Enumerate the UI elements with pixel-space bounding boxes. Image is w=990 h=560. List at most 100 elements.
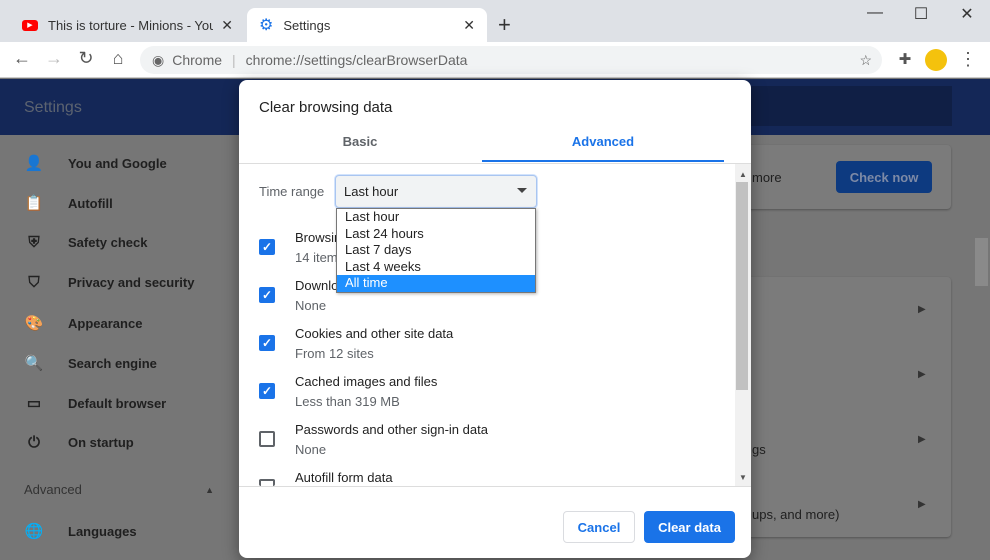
youtube-icon: ▶ bbox=[22, 19, 38, 31]
page-scrollbar[interactable] bbox=[975, 238, 988, 286]
sidebar-item-label: On startup bbox=[68, 435, 134, 450]
checkbox-autofill[interactable] bbox=[259, 479, 275, 486]
scrollbar-thumb[interactable] bbox=[736, 182, 748, 390]
close-tab-icon[interactable]: ✕ bbox=[463, 17, 475, 34]
site-label: Chrome bbox=[172, 52, 223, 68]
extensions-icon[interactable]: ✚ bbox=[893, 50, 917, 68]
sidebar-item-label: Languages bbox=[68, 523, 137, 539]
arrow-right-icon[interactable]: ▶ bbox=[918, 499, 926, 510]
url-text: chrome://settings/clearBrowserData bbox=[245, 52, 468, 68]
sidebar-item-label: Safety check bbox=[68, 235, 148, 250]
time-range-select[interactable]: Last hour bbox=[335, 175, 537, 208]
caret-up-icon: ▲ bbox=[205, 484, 214, 495]
shield-check-icon: ⛨ bbox=[28, 234, 40, 251]
address-bar[interactable]: ◉ Chrome | chrome://settings/clearBrowse… bbox=[140, 46, 882, 74]
sidebar-item-safety-check[interactable]: ⛨ Safety check bbox=[24, 234, 148, 251]
sidebar-item-label: Autofill bbox=[68, 195, 113, 211]
option-all-time[interactable]: All time bbox=[337, 275, 535, 292]
item-title: Autofill form data bbox=[295, 470, 393, 485]
tab-title: Settings bbox=[283, 17, 331, 33]
sidebar-item-label: You and Google bbox=[68, 155, 167, 171]
chrome-icon: ◉ bbox=[152, 51, 165, 68]
forward-button[interactable]: → bbox=[42, 48, 66, 69]
sidebar-advanced-toggle[interactable]: Advanced ▲ bbox=[24, 482, 214, 497]
power-icon: ⏻ bbox=[28, 434, 40, 451]
divider bbox=[239, 163, 751, 164]
sidebar-item-you-and-google[interactable]: 👤 You and Google bbox=[24, 154, 167, 172]
sidebar-item-autofill[interactable]: 📋 Autofill bbox=[24, 194, 113, 212]
sidebar-item-on-startup[interactable]: ⏻ On startup bbox=[24, 434, 134, 451]
new-tab-button[interactable]: + bbox=[498, 12, 511, 38]
shield-icon: ⛉ bbox=[28, 274, 40, 291]
reload-button[interactable]: ↻ bbox=[74, 48, 98, 69]
arrow-right-icon[interactable]: ▶ bbox=[918, 369, 926, 380]
cancel-button[interactable]: Cancel bbox=[563, 511, 635, 543]
sidebar-item-search-engine[interactable]: 🔍 Search engine bbox=[24, 354, 157, 372]
checkbox-cached-images[interactable]: ✓ bbox=[259, 383, 275, 399]
dialog-title: Clear browsing data bbox=[259, 99, 393, 116]
close-tab-icon[interactable]: ✕ bbox=[221, 17, 233, 34]
check-now-button[interactable]: Check now bbox=[836, 161, 932, 193]
checkbox-passwords[interactable] bbox=[259, 431, 275, 447]
home-button[interactable]: ⌂ bbox=[106, 48, 130, 69]
option-last-hour[interactable]: Last hour bbox=[337, 209, 535, 226]
sidebar-item-privacy[interactable]: ⛉ Privacy and security bbox=[24, 274, 194, 291]
tab-title: This is torture - Minions - YouTube bbox=[48, 17, 213, 33]
time-range-label: Time range bbox=[259, 184, 325, 199]
maximize-button[interactable]: ☐ bbox=[898, 4, 944, 24]
sidebar-item-label: Privacy and security bbox=[68, 275, 195, 290]
sidebar-item-label: Default browser bbox=[68, 395, 167, 411]
sidebar-item-label: Appearance bbox=[68, 315, 143, 331]
divider: | bbox=[232, 52, 236, 68]
settings-search[interactable] bbox=[745, 86, 952, 126]
sidebar-item-label: Search engine bbox=[68, 355, 157, 371]
globe-icon: 🌐 bbox=[24, 523, 44, 540]
palette-icon: 🎨 bbox=[24, 315, 44, 332]
time-range-dropdown: Last hour Last 24 hours Last 7 days Last… bbox=[336, 208, 536, 293]
item-subtitle: From 12 sites bbox=[295, 346, 374, 361]
star-icon[interactable]: ☆ bbox=[859, 52, 872, 69]
arrow-right-icon[interactable]: ▶ bbox=[918, 434, 926, 445]
item-title: Passwords and other sign-in data bbox=[295, 422, 488, 437]
checkbox-browsing-history[interactable]: ✓ bbox=[259, 239, 275, 255]
tab-advanced[interactable]: Advanced bbox=[482, 128, 724, 162]
sidebar-item-languages[interactable]: 🌐 Languages bbox=[24, 522, 137, 540]
tab-youtube[interactable]: ▶ This is torture - Minions - YouTube ✕ bbox=[10, 8, 245, 42]
option-last-7-days[interactable]: Last 7 days bbox=[337, 242, 535, 259]
row-text: ups, and more) bbox=[752, 507, 840, 522]
clear-browsing-data-dialog: Clear browsing data Basic Advanced Time … bbox=[239, 80, 751, 558]
tab-basic[interactable]: Basic bbox=[239, 128, 481, 162]
sidebar-item-default-browser[interactable]: ▭ Default browser bbox=[24, 394, 166, 412]
person-icon: 👤 bbox=[24, 155, 44, 172]
checkbox-download-history[interactable]: ✓ bbox=[259, 287, 275, 303]
divider bbox=[239, 486, 751, 487]
minimize-button[interactable]: — bbox=[852, 4, 898, 22]
avatar[interactable] bbox=[925, 49, 947, 71]
gear-icon: ⚙ bbox=[259, 17, 274, 34]
sidebar-item-label: Advanced bbox=[24, 482, 82, 497]
clipboard-icon: 📋 bbox=[24, 195, 44, 212]
clear-data-button[interactable]: Clear data bbox=[644, 511, 735, 543]
item-title: Cookies and other site data bbox=[295, 326, 454, 341]
item-subtitle: None bbox=[295, 298, 327, 313]
item-title: Cached images and files bbox=[295, 374, 438, 389]
back-button[interactable]: ← bbox=[10, 48, 34, 69]
item-subtitle: None bbox=[295, 442, 327, 457]
checkbox-cookies[interactable]: ✓ bbox=[259, 335, 275, 351]
option-last-24-hours[interactable]: Last 24 hours bbox=[337, 226, 535, 243]
browser-icon: ▭ bbox=[26, 395, 42, 412]
scroll-down-icon[interactable]: ▼ bbox=[739, 473, 747, 482]
privacy-card bbox=[740, 277, 951, 537]
scroll-up-icon[interactable]: ▲ bbox=[739, 170, 747, 179]
sidebar-item-appearance[interactable]: 🎨 Appearance bbox=[24, 314, 143, 332]
tab-settings[interactable]: ⚙ Settings ✕ bbox=[247, 8, 487, 42]
safety-text: more bbox=[752, 170, 782, 185]
row-text: gs bbox=[752, 442, 766, 457]
arrow-right-icon[interactable]: ▶ bbox=[918, 304, 926, 315]
search-icon: 🔍 bbox=[24, 355, 44, 372]
chevron-down-icon bbox=[517, 188, 527, 193]
menu-icon[interactable]: ⋮ bbox=[956, 49, 980, 70]
close-window-button[interactable]: ✕ bbox=[944, 4, 990, 24]
item-subtitle: Less than 319 MB bbox=[295, 394, 400, 409]
option-last-4-weeks[interactable]: Last 4 weeks bbox=[337, 259, 535, 276]
